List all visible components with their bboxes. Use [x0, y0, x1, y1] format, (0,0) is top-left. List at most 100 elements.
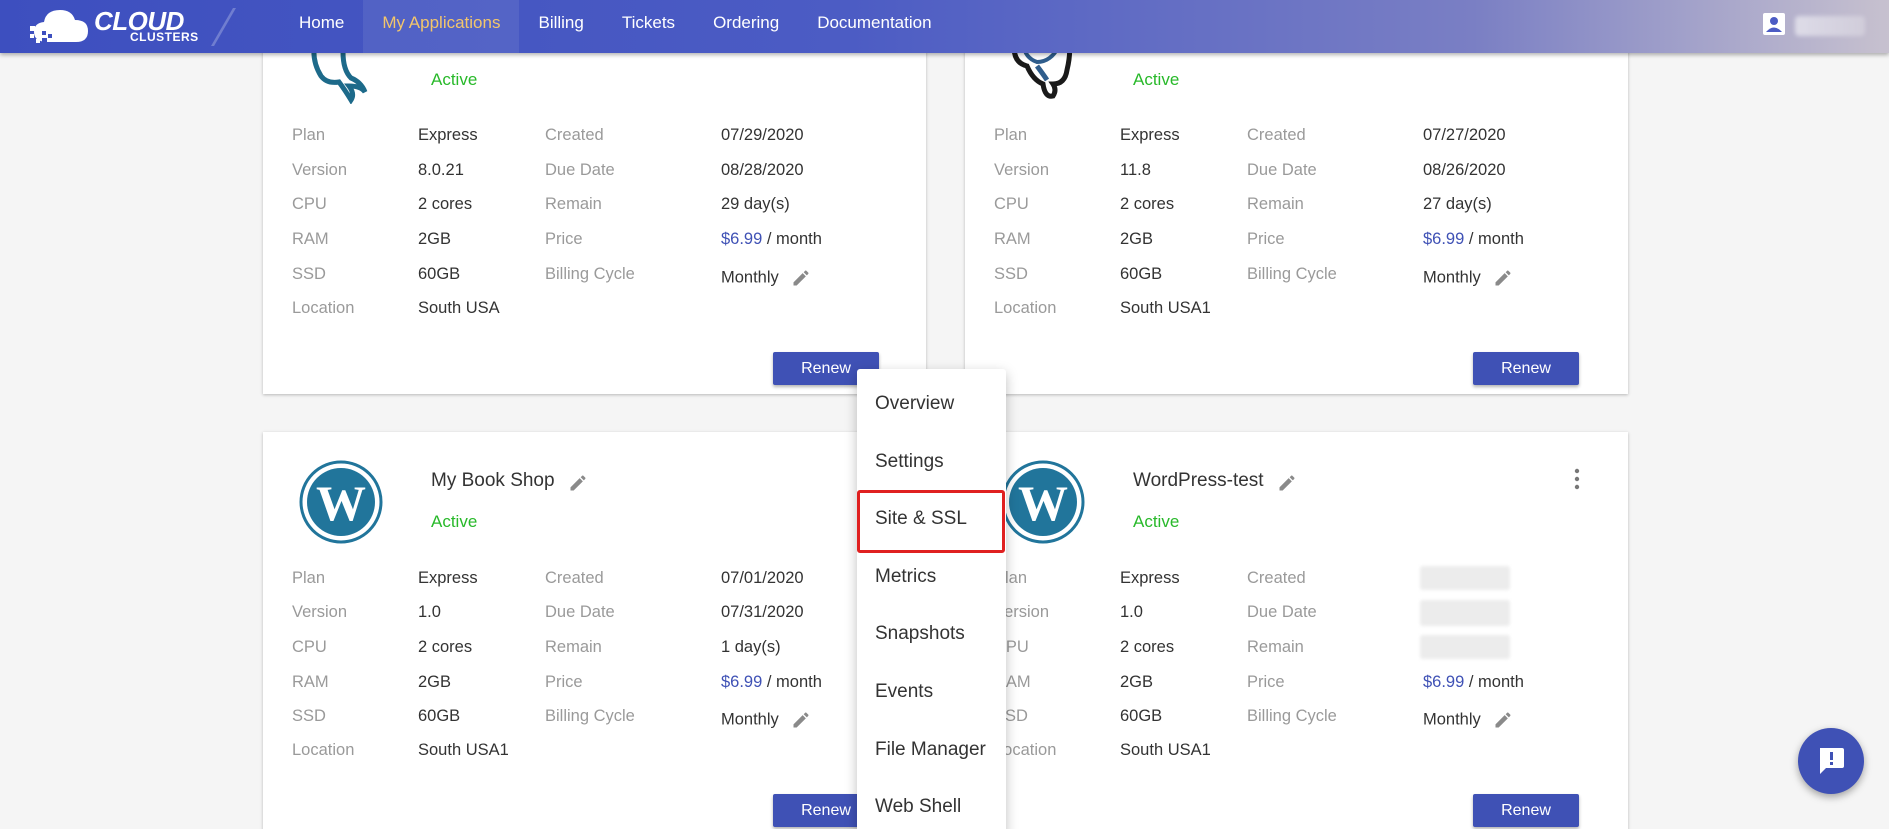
plan-label: Plan [994, 126, 1028, 144]
app-details: Plan Express Created Version 1.0 Due Date CP… [994, 569, 1594, 759]
created-label: Created [545, 569, 604, 587]
pencil-icon[interactable] [568, 473, 588, 493]
plan-label: Plan [292, 569, 326, 587]
renew-button[interactable]: Renew [1473, 794, 1579, 827]
billing-cycle-label: Billing Cycle [545, 707, 635, 725]
price-value: $6.99 / month [1423, 230, 1524, 249]
brand-line-2: CLUSTERS [130, 30, 199, 44]
app-title: WordPress-test [1133, 470, 1264, 491]
due-date-value: 07/31/2020 [721, 603, 804, 621]
remain-value: 29 day(s) [721, 195, 790, 213]
cloud-icon [30, 10, 88, 43]
menu-item-settings[interactable]: Settings [857, 438, 1006, 486]
status-badge: Active [1133, 512, 1180, 531]
top-navigation-bar: CLOUD CLUSTERS Home My Applications Bill… [0, 0, 1889, 53]
pencil-icon[interactable] [1277, 473, 1297, 493]
app-details: Plan Express Created 07/27/2020 Version 11.8… [994, 126, 1594, 317]
ram-label: RAM [994, 230, 1031, 248]
nav-tickets[interactable]: Tickets [603, 0, 694, 53]
ssd-value: 60GB [1120, 265, 1163, 283]
pencil-icon[interactable] [791, 710, 811, 730]
nav-ordering[interactable]: Ordering [694, 0, 798, 53]
price-value: $6.99 / month [721, 230, 822, 249]
nav-home[interactable]: Home [280, 0, 363, 53]
location-label: Location [292, 299, 355, 317]
price-label: Price [1247, 673, 1285, 691]
due-date-label: Due Date [1247, 161, 1317, 179]
menu-item-file-manager[interactable]: File Manager [857, 726, 1006, 774]
account-box-icon[interactable] [1762, 12, 1786, 36]
status-badge: Active [431, 512, 478, 531]
menu-item-metrics[interactable]: Metrics [857, 553, 1006, 601]
cpu-value: 2 cores [1120, 638, 1175, 656]
due-date-label: Due Date [545, 603, 615, 621]
price-period: / month [762, 230, 822, 248]
menu-item-site-ssl[interactable]: Site & SSL [857, 495, 1006, 543]
menu-item-web-shell[interactable]: Web Shell [857, 783, 1006, 829]
due-date-label: Due Date [1247, 603, 1317, 621]
cpu-value: 2 cores [1120, 195, 1175, 213]
ram-value: 2GB [1120, 673, 1154, 691]
app-card-mysql: Active Plan Express Created 07/29/2020 Vers… [263, 40, 926, 394]
chat-button[interactable] [1798, 728, 1864, 794]
plan-value: Express [1120, 569, 1180, 587]
price-label: Price [1247, 230, 1285, 248]
created-label: Created [1247, 126, 1306, 144]
pencil-icon[interactable] [1493, 710, 1513, 730]
pencil-icon[interactable] [791, 268, 811, 288]
cpu-label: CPU [292, 195, 327, 213]
version-label: Version [292, 603, 348, 621]
location-label: Location [994, 299, 1057, 317]
ram-value: 2GB [418, 673, 452, 691]
price-period: / month [762, 673, 822, 691]
created-value: 07/01/2020 [721, 569, 804, 587]
nav-billing[interactable]: Billing [519, 0, 602, 53]
billing-cycle-text: Monthly [1423, 268, 1481, 287]
nav-documentation[interactable]: Documentation [798, 0, 950, 53]
pencil-icon[interactable] [1493, 268, 1513, 288]
ssd-label: SSD [292, 707, 326, 725]
price-period: / month [1464, 673, 1524, 691]
app-details: Plan Express Created 07/01/2020 Version 1.0 D… [292, 569, 892, 759]
remain-label: Remain [545, 638, 602, 656]
app-details: Plan Express Created 07/29/2020 Version 8.0.… [292, 126, 892, 317]
renew-button[interactable]: Renew [1473, 352, 1579, 385]
wordpress-icon: W [299, 460, 383, 544]
app-card-my-book-shop: W My Book Shop Active Plan Express Created… [263, 432, 926, 829]
price-amount: $6.99 [721, 230, 763, 248]
billing-cycle-value: Monthly [1423, 710, 1513, 730]
location-value: South USA [418, 299, 500, 317]
remain-label: Remain [1247, 195, 1304, 213]
nav-my-applications[interactable]: My Applications [363, 0, 520, 53]
location-value: South USA1 [1120, 299, 1211, 317]
menu-item-snapshots[interactable]: Snapshots [857, 610, 1006, 658]
divider [211, 8, 236, 46]
user-name-blurred[interactable] [1795, 16, 1865, 36]
wordpress-icon: W [1001, 460, 1085, 544]
svg-text:W: W [316, 475, 366, 531]
ram-value: 2GB [418, 230, 452, 248]
ssd-label: SSD [994, 265, 1028, 283]
created-label: Created [545, 126, 604, 144]
more-vertical-icon[interactable] [1573, 468, 1581, 490]
menu-item-events[interactable]: Events [857, 668, 1006, 716]
redacted-remain [1420, 635, 1510, 659]
billing-cycle-label: Billing Cycle [545, 265, 635, 283]
location-label: Location [292, 741, 355, 759]
location-value: South USA1 [418, 741, 509, 759]
price-label: Price [545, 230, 583, 248]
price-amount: $6.99 [1423, 230, 1465, 248]
billing-cycle-value: Monthly [1423, 268, 1513, 288]
cloud-clusters-logo[interactable]: CLOUD CLUSTERS [28, 4, 198, 48]
svg-text:W: W [1018, 475, 1068, 531]
billing-cycle-text: Monthly [1423, 710, 1481, 729]
billing-cycle-value: Monthly [721, 710, 811, 730]
created-value: 07/29/2020 [721, 126, 804, 144]
billing-cycle-label: Billing Cycle [1247, 265, 1337, 283]
app-card-wordpress-test: W WordPress-test Active Plan Express Creat… [965, 432, 1628, 829]
price-value: $6.99 / month [1423, 673, 1524, 692]
remain-label: Remain [545, 195, 602, 213]
app-card-postgresql: Active Plan Express Created 07/27/2020 Vers… [965, 40, 1628, 394]
menu-item-overview[interactable]: Overview [857, 380, 1006, 428]
cpu-label: CPU [292, 638, 327, 656]
